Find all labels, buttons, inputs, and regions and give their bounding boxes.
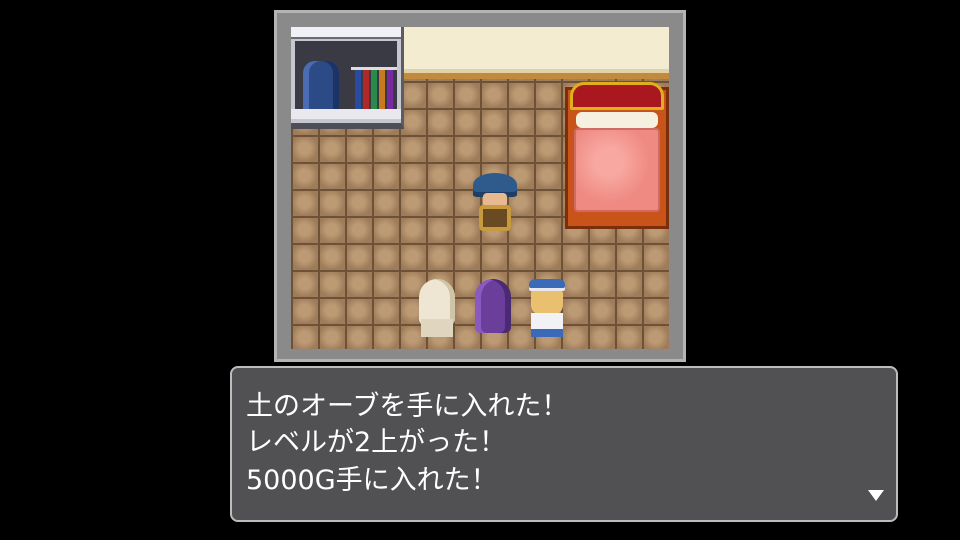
message-window[interactable]: 土のオーブを手に入れた！ レベルが2上がった！ 5000G手に入れた！ xyxy=(230,366,898,522)
closet-interior xyxy=(295,41,397,117)
party-member-purple-hair-sprite xyxy=(473,279,513,339)
room-floor xyxy=(291,27,669,349)
back-wall xyxy=(401,27,669,79)
blue-outfit xyxy=(531,313,563,337)
party-member-white-hood-sprite xyxy=(417,279,457,339)
message-line: 土のオーブを手に入れた！ xyxy=(246,391,569,422)
garment xyxy=(387,70,393,110)
bed-pillows xyxy=(576,112,658,128)
garment xyxy=(371,70,377,110)
closet xyxy=(291,27,404,129)
room-frame xyxy=(274,10,686,362)
blonde-hair xyxy=(531,289,563,315)
garment xyxy=(379,70,385,110)
closet-top xyxy=(291,27,401,39)
party-member-blue-cap-sprite xyxy=(527,279,567,339)
garment xyxy=(355,70,361,110)
mage-npc-sprite xyxy=(473,173,517,233)
mage-body xyxy=(479,205,511,231)
closet-shelf xyxy=(291,109,401,119)
purple-hair xyxy=(475,279,511,333)
message-line: 5000G手に入れた！ xyxy=(246,465,498,496)
bed xyxy=(565,82,669,229)
garment xyxy=(363,70,369,110)
message-line: レベルが2上がった！ xyxy=(246,427,507,458)
blue-cap xyxy=(529,279,565,291)
white-robe xyxy=(421,319,453,337)
bed-headboard xyxy=(570,82,664,110)
bed-cover xyxy=(574,128,660,212)
triangle-down-icon[interactable] xyxy=(868,490,884,501)
